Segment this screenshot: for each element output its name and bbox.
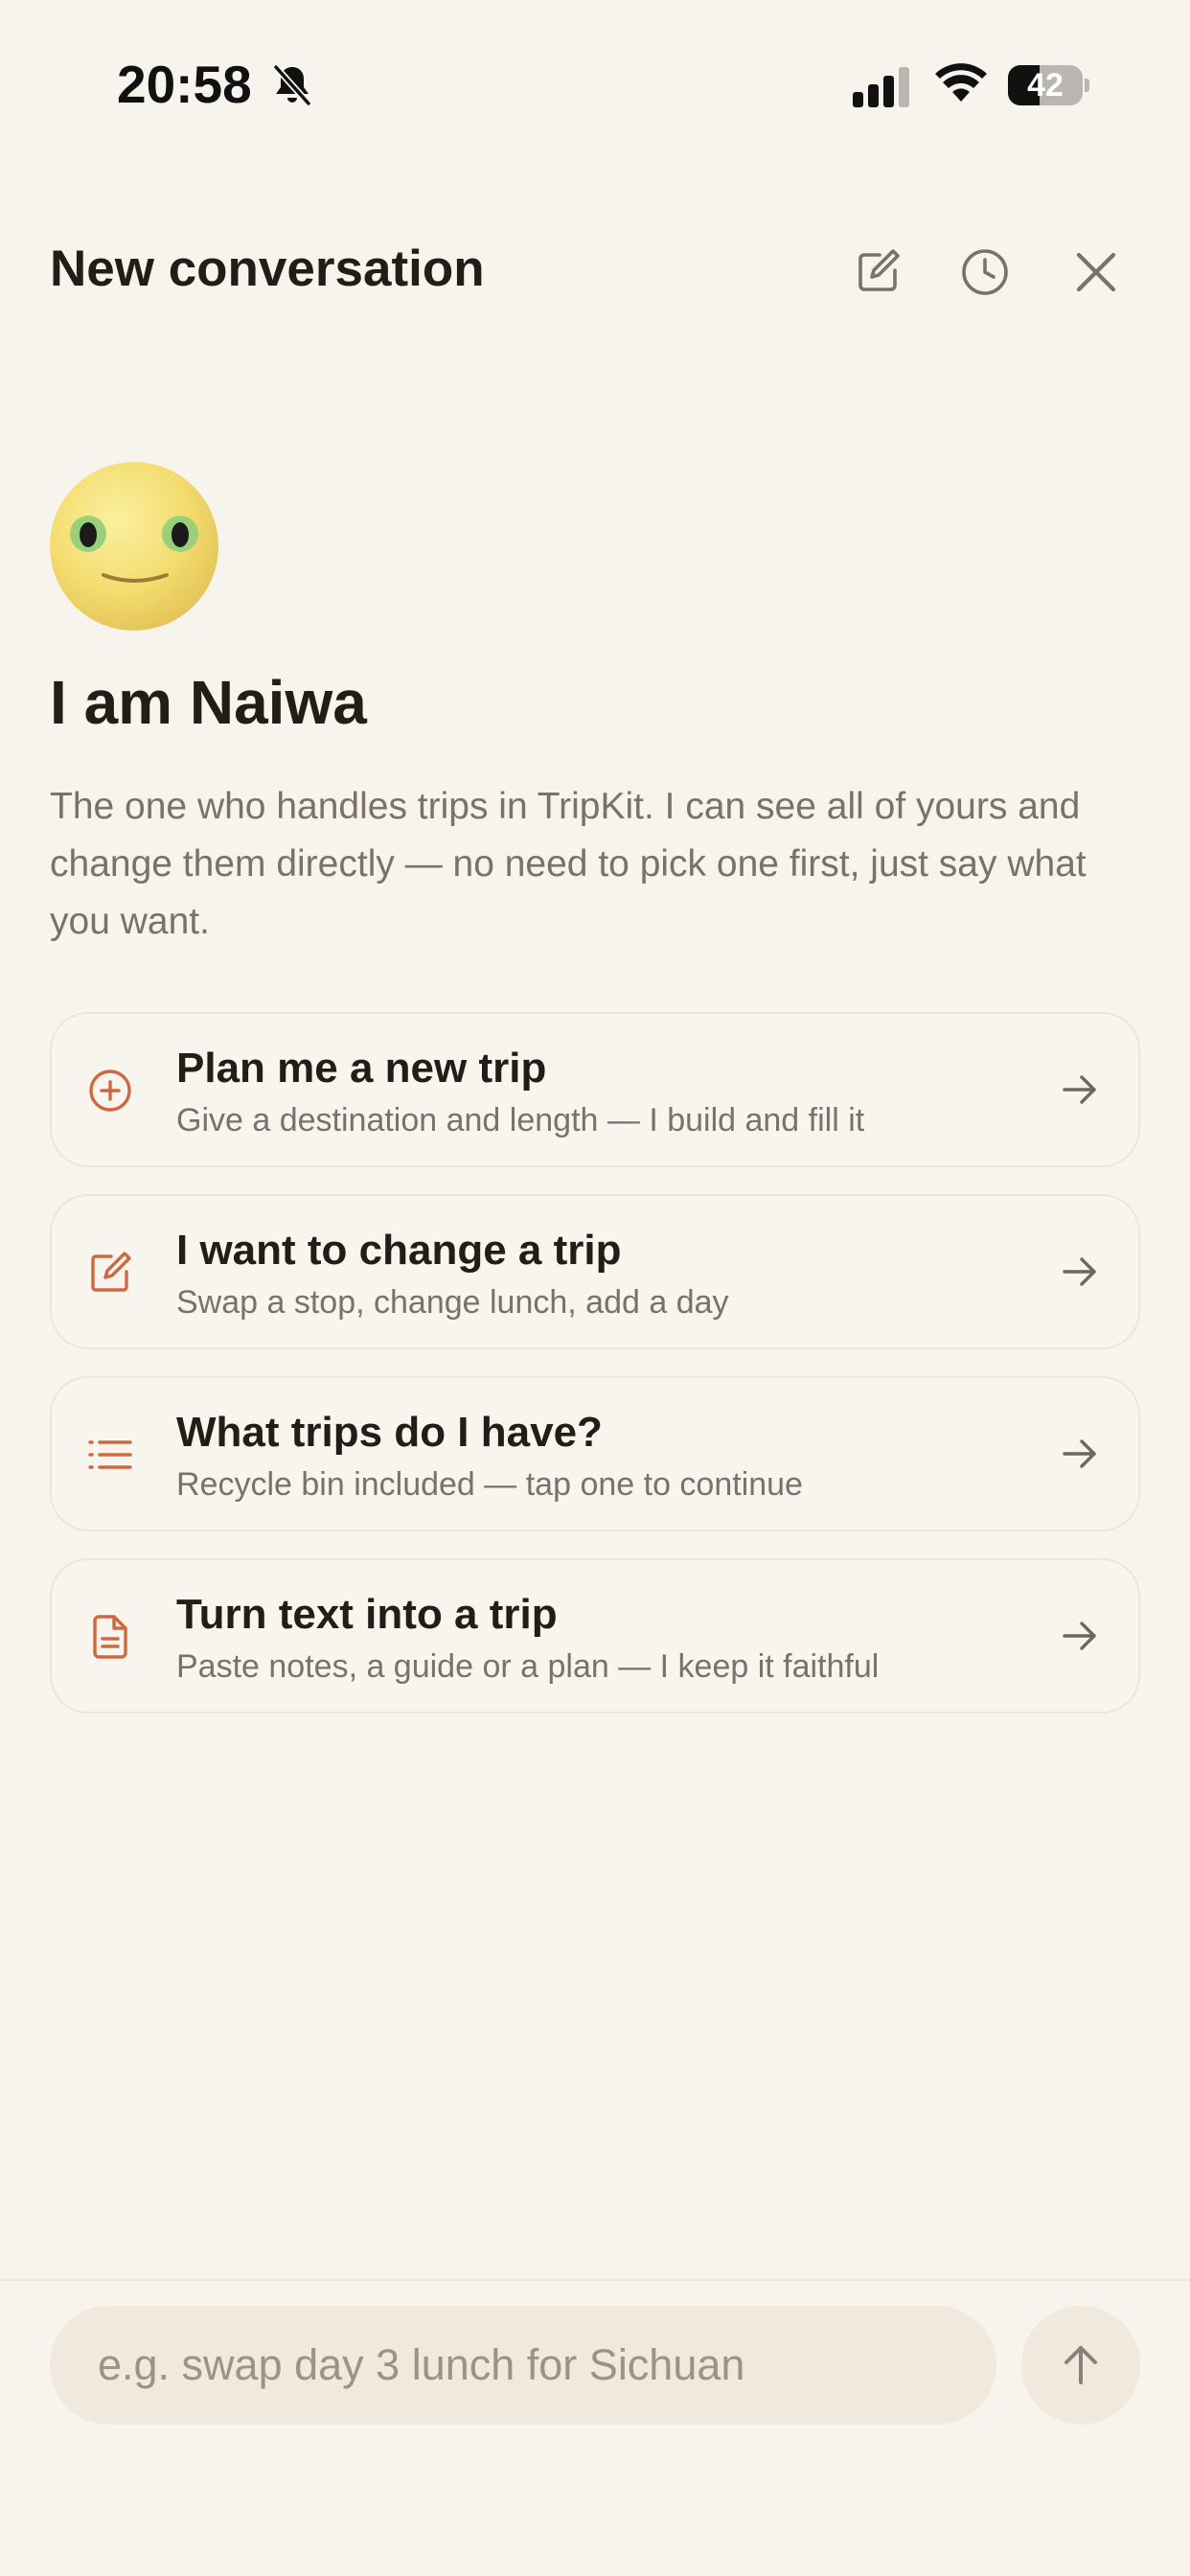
assistant-description: The one who handles trips in TripKit. I … xyxy=(50,786,1087,942)
bell-slash-icon xyxy=(272,63,312,107)
close-icon xyxy=(1076,252,1116,292)
suggestion-title: What trips do I have? xyxy=(176,1409,603,1456)
assistant-name: I am Naiwa xyxy=(50,668,367,737)
suggestion-title: Plan me a new trip xyxy=(176,1045,547,1092)
battery-level: 42 xyxy=(1027,67,1064,104)
plus-circle-icon xyxy=(89,1070,131,1112)
history-icon xyxy=(962,249,1008,295)
suggestion-subtitle: Give a destination and length — I build … xyxy=(176,1102,865,1138)
arrow-right-icon xyxy=(1063,1439,1096,1468)
close-button[interactable] xyxy=(1065,242,1127,303)
suggestion-text-to-trip[interactable]: Turn text into a trip Paste notes, a gui… xyxy=(50,1558,1140,1714)
arrow-up-icon xyxy=(1064,2346,1097,2384)
cellular-signal-icon xyxy=(853,67,909,107)
message-input[interactable] xyxy=(50,2306,996,2425)
page-title: New conversation xyxy=(50,241,485,297)
suggestion-subtitle: Paste notes, a guide or a plan — I keep … xyxy=(176,1648,880,1685)
arrow-right-icon xyxy=(1063,1622,1096,1650)
edit-icon xyxy=(91,1252,131,1292)
suggestion-plan-trip[interactable]: Plan me a new trip Give a destination an… xyxy=(50,1012,1140,1167)
status-time: 20:58 xyxy=(117,55,252,114)
suggestion-change-trip[interactable]: I want to change a trip Swap a stop, cha… xyxy=(50,1194,1140,1349)
suggestion-list: Plan me a new trip Give a destination an… xyxy=(50,1012,1140,1740)
send-button[interactable] xyxy=(1021,2306,1140,2425)
status-bar: 20:58 42 xyxy=(0,0,1190,172)
battery-indicator: 42 xyxy=(1008,65,1089,105)
arrow-right-icon xyxy=(1063,1075,1096,1104)
new-conversation-button[interactable] xyxy=(847,242,908,303)
arrow-right-icon xyxy=(1063,1257,1096,1286)
history-button[interactable] xyxy=(954,242,1016,303)
suggestion-subtitle: Recycle bin included — tap one to contin… xyxy=(176,1466,803,1503)
suggestion-subtitle: Swap a stop, change lunch, add a day xyxy=(176,1284,729,1321)
suggestion-title: Turn text into a trip xyxy=(176,1591,558,1638)
composer-divider xyxy=(0,2279,1190,2281)
wifi-icon xyxy=(935,63,987,102)
suggestion-list-trips[interactable]: What trips do I have? Recycle bin includ… xyxy=(50,1376,1140,1531)
document-icon xyxy=(93,1615,127,1659)
suggestion-title: I want to change a trip xyxy=(176,1227,622,1274)
compose-icon xyxy=(858,249,900,291)
naiwa-avatar xyxy=(50,462,218,631)
list-icon xyxy=(88,1440,132,1469)
